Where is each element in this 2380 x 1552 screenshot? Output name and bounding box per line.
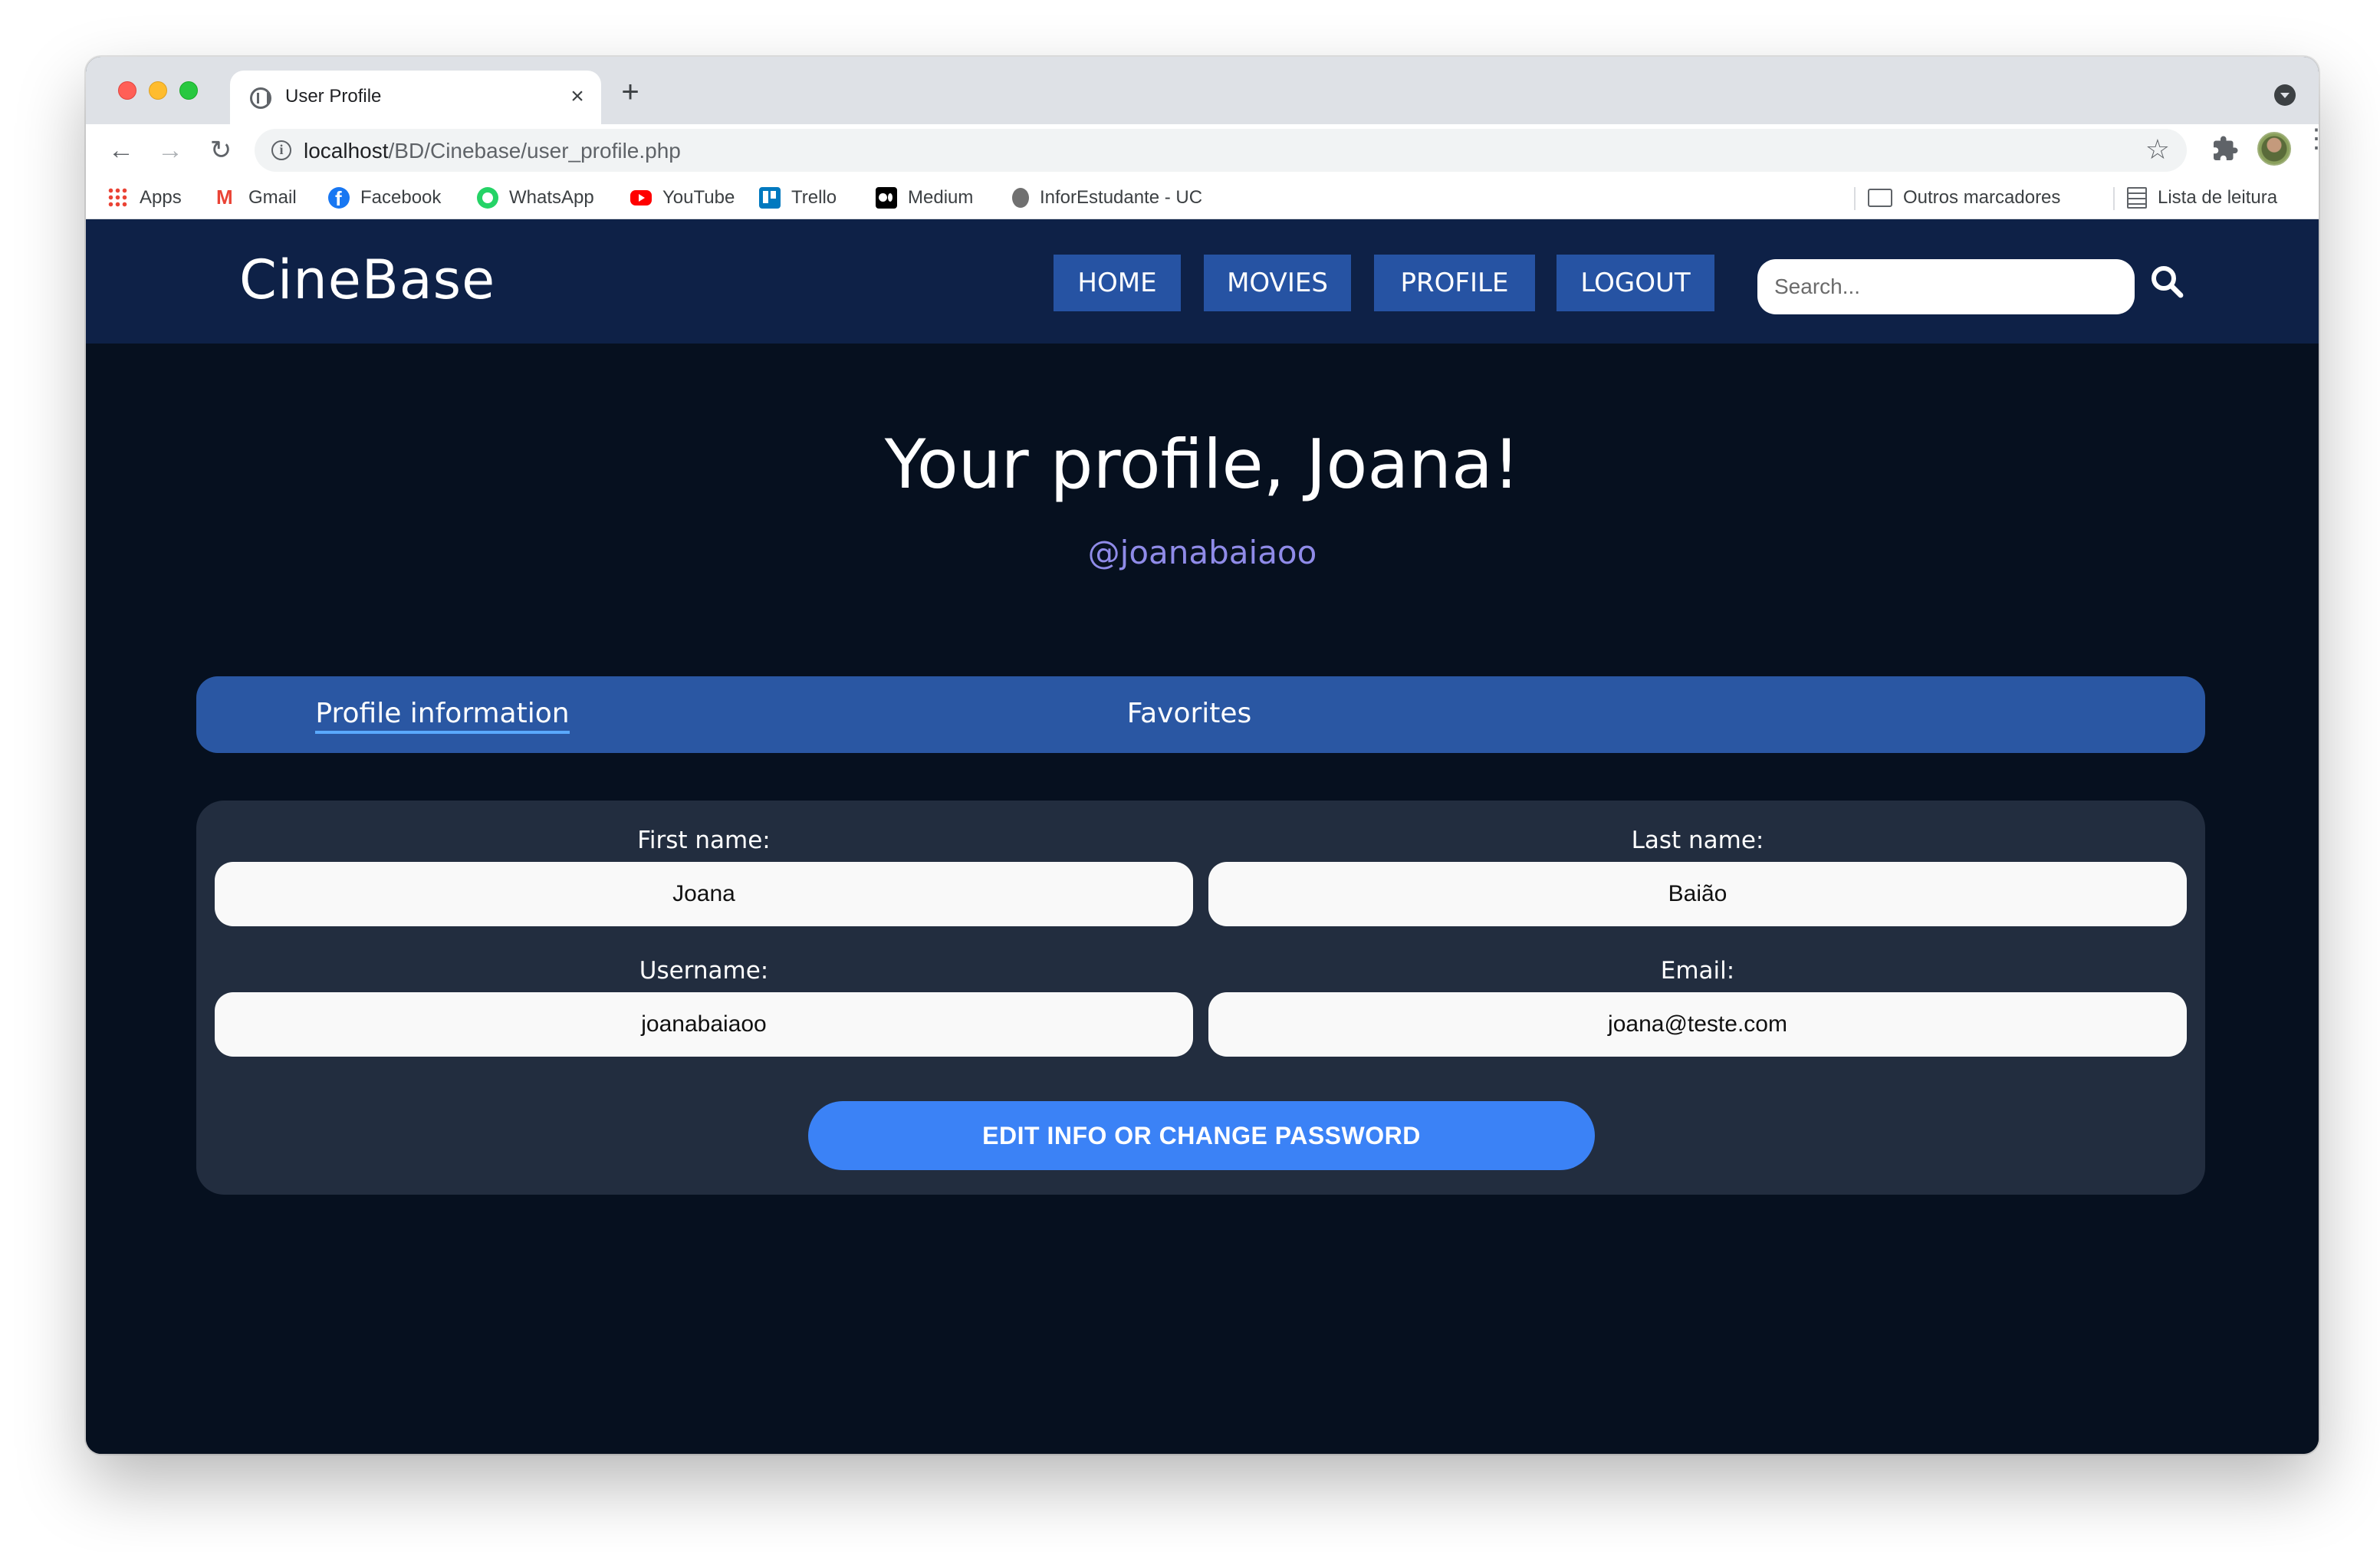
main-content: Your profile, Joana! @joanabaiaoo Profil… — [86, 344, 2319, 1454]
reload-icon[interactable]: ↻ — [202, 132, 239, 169]
site-logo[interactable]: CineBase — [239, 248, 495, 311]
close-tab-icon[interactable]: × — [566, 83, 589, 110]
bookmark-label: Apps — [140, 187, 182, 208]
first-name-label: First name: — [637, 827, 771, 854]
profile-form: First name: Last name: Username: Email: … — [196, 801, 2205, 1195]
bookmark-youtube[interactable]: YouTube — [630, 184, 735, 212]
trello-icon — [759, 187, 781, 209]
more-menu-icon[interactable]: ⋮ — [2303, 126, 2319, 167]
nav-profile-button[interactable]: PROFILE — [1374, 255, 1535, 311]
whatsapp-icon — [477, 187, 498, 209]
nav-home-button[interactable]: HOME — [1054, 255, 1181, 311]
bookmark-whatsapp[interactable]: WhatsApp — [477, 184, 594, 212]
username-label: Username: — [639, 957, 769, 985]
user-handle: @joanabaiaoo — [1087, 534, 1317, 571]
email-field[interactable] — [1208, 992, 2187, 1057]
bookmark-inforestudante[interactable]: InforEstudante - UC — [1012, 184, 1202, 212]
browser-window: User Profile × + ← → ↻ i localhost/BD/Ci… — [86, 57, 2319, 1454]
new-tab-icon[interactable]: + — [615, 77, 646, 109]
tab-label: Favorites — [1126, 698, 1252, 729]
tab-search-icon[interactable] — [2274, 84, 2296, 106]
bookmark-label: InforEstudante - UC — [1040, 187, 1203, 208]
bookmark-other-folder[interactable]: Outros marcadores — [1868, 184, 2060, 212]
medium-icon — [876, 187, 897, 209]
username-field[interactable] — [215, 992, 1193, 1057]
site-header: CineBase HOME MOVIES PROFILE LOGOUT — [86, 219, 2319, 344]
address-bar[interactable]: i localhost/BD/Cinebase/user_profile.php… — [255, 129, 2187, 172]
bookmark-gmail[interactable]: Gmail — [216, 184, 297, 212]
bookmark-label: YouTube — [662, 187, 735, 208]
first-name-field[interactable] — [215, 862, 1193, 926]
last-name-label: Last name: — [1631, 827, 1764, 854]
bookmark-apps[interactable]: Apps — [107, 184, 182, 212]
reading-list-icon — [2127, 187, 2147, 209]
tab-title: User Profile — [285, 86, 382, 107]
bookmark-label: Outros marcadores — [1903, 187, 2061, 208]
bookmark-label: Trello — [791, 187, 837, 208]
bookmarks-divider — [1854, 187, 1856, 210]
tab-favorites[interactable]: Favorites — [687, 698, 1691, 729]
apps-grid-icon — [107, 187, 129, 209]
bookmarks-divider — [2113, 187, 2115, 210]
back-arrow-icon[interactable]: ← — [103, 132, 140, 169]
search-icon[interactable] — [2148, 259, 2185, 304]
url-path: /BD/Cinebase/user_profile.php — [388, 139, 681, 163]
page-title: Your profile, Joana! — [884, 425, 1520, 504]
gmail-icon — [216, 186, 238, 209]
uc-icon — [1012, 188, 1029, 208]
bookmark-label: Medium — [908, 187, 974, 208]
edit-info-button[interactable]: EDIT INFO OR CHANGE PASSWORD — [808, 1101, 1595, 1170]
bookmark-label: Facebook — [360, 187, 442, 208]
bookmark-facebook[interactable]: Facebook — [328, 184, 441, 212]
close-window-button[interactable] — [118, 81, 136, 100]
site-info-icon[interactable]: i — [271, 140, 291, 160]
bookmark-trello[interactable]: Trello — [759, 184, 837, 212]
bookmark-label: Gmail — [248, 187, 297, 208]
browser-tab[interactable]: User Profile × — [230, 71, 601, 124]
extensions-puzzle-icon[interactable] — [2211, 135, 2239, 163]
bookmark-label: Lista de leitura — [2158, 187, 2278, 208]
youtube-icon — [630, 190, 652, 206]
profile-avatar[interactable] — [2257, 132, 2291, 166]
bookmark-star-icon[interactable]: ☆ — [2145, 136, 2170, 163]
bookmark-label: WhatsApp — [509, 187, 594, 208]
last-name-field[interactable] — [1208, 862, 2187, 926]
reading-list[interactable]: Lista de leitura — [2127, 184, 2277, 212]
profile-tabs: Profile information Favorites — [196, 676, 2205, 753]
url-host: localhost — [304, 139, 389, 163]
browser-toolbar: ← → ↻ i localhost/BD/Cinebase/user_profi… — [86, 124, 2319, 176]
email-label: Email: — [1660, 957, 1735, 985]
search-input[interactable] — [1757, 259, 2135, 314]
tab-strip: User Profile × + — [86, 57, 2319, 124]
tab-label: Profile information — [315, 698, 570, 734]
nav-logout-button[interactable]: LOGOUT — [1557, 255, 1714, 311]
forward-arrow-icon[interactable]: → — [152, 132, 189, 169]
bookmarks-bar: Apps Gmail Facebook WhatsApp YouTube Tre… — [86, 176, 2319, 219]
github-favicon-icon — [250, 87, 271, 109]
bookmark-medium[interactable]: Medium — [876, 184, 973, 212]
folder-icon — [1868, 189, 1892, 207]
url-text[interactable]: localhost/BD/Cinebase/user_profile.php — [304, 139, 681, 163]
maximize-window-button[interactable] — [179, 81, 198, 100]
nav-movies-button[interactable]: MOVIES — [1204, 255, 1351, 311]
facebook-icon — [328, 187, 350, 211]
minimize-window-button[interactable] — [149, 81, 167, 100]
